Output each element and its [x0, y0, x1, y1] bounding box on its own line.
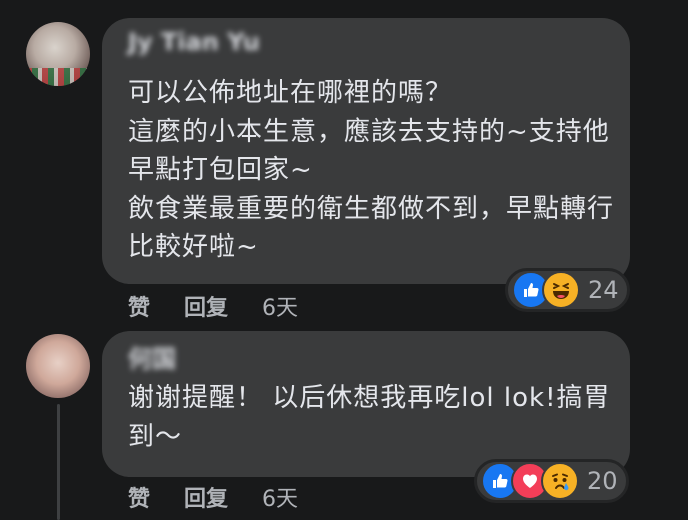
- comment-actions: 赞 回复 6天: [128, 290, 298, 322]
- comment-timestamp[interactable]: 6天: [262, 290, 298, 322]
- reply-button[interactable]: 回复: [184, 290, 228, 322]
- comment-author[interactable]: 何国: [128, 339, 176, 374]
- reaction-summary[interactable]: 20: [474, 459, 629, 503]
- comment-text: 可以公佈地址在哪裡的嗎？ 這麼的小本生意，應該去支持的~支持他早點打包回家~ 飲…: [128, 78, 615, 262]
- comment-text: 谢谢提醒！ 以后休想我再吃lol lok!搞胃到～: [128, 383, 611, 452]
- haha-reaction-icon: [542, 271, 580, 309]
- reaction-count: 24: [588, 276, 619, 304]
- reaction-count: 20: [587, 467, 618, 495]
- like-button[interactable]: 赞: [128, 481, 150, 513]
- comment-timestamp[interactable]: 6天: [262, 481, 298, 513]
- reaction-summary[interactable]: 24: [505, 268, 630, 312]
- comment-author[interactable]: Jy Tian Yu: [128, 28, 260, 56]
- reply-thread-line: [57, 404, 60, 520]
- comment-bubble: 何国 谢谢提醒！ 以后休想我再吃lol lok!搞胃到～: [102, 331, 630, 477]
- reply-button[interactable]: 回复: [184, 481, 228, 513]
- like-button[interactable]: 赞: [128, 290, 150, 322]
- sad-reaction-icon: [541, 462, 579, 500]
- commenter-avatar[interactable]: [26, 22, 90, 86]
- commenter-avatar[interactable]: [26, 334, 90, 398]
- comment-actions: 赞 回复 6天: [128, 481, 298, 513]
- comment-bubble: Jy Tian Yu 可以公佈地址在哪裡的嗎？ 這麼的小本生意，應該去支持的~支…: [102, 18, 630, 284]
